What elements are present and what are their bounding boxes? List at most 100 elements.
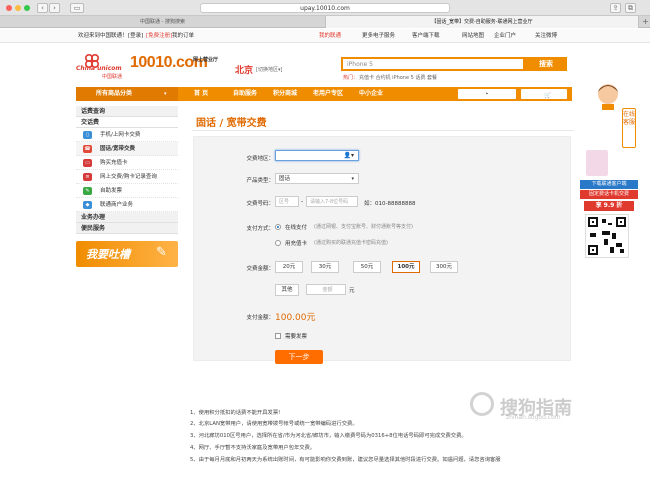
all-categories-button[interactable]: 所有商品分类 ▾ xyxy=(76,87,178,101)
tab-unicom[interactable]: 【固话_宽带】交费-自助服务-联通网上营业厅 xyxy=(325,16,639,28)
tab-sogou[interactable]: 中国联通 - 搜狗搜索 xyxy=(0,16,325,28)
tabs-overview-icon[interactable]: ⧉ xyxy=(625,3,636,13)
amount-option-20[interactable]: 20元 xyxy=(275,261,303,273)
other-amount-input[interactable]: 金额 xyxy=(306,284,346,295)
method-online-label[interactable]: 在线支付 xyxy=(285,223,307,231)
chevron-down-icon: ▾ xyxy=(164,91,167,97)
method-online-radio[interactable] xyxy=(275,224,281,230)
service-avatar[interactable] xyxy=(586,80,630,110)
next-step-button[interactable]: 下一步 xyxy=(275,350,323,364)
other-amount-unit: 元 xyxy=(349,288,355,294)
merchant-icon: ◆ xyxy=(83,201,92,209)
download-sub: 固定费话卡机交费 xyxy=(580,190,638,199)
pencil-icon: ✎ xyxy=(156,245,167,260)
my-unicom-link[interactable]: 我的联通 xyxy=(319,29,341,43)
method-card-radio[interactable] xyxy=(275,240,281,246)
sidebar-item-label: 购买充值卡 xyxy=(100,160,128,166)
cart-button[interactable]: 🛒 去结算 xyxy=(521,89,567,99)
download-title[interactable]: 下载联通客户端 xyxy=(580,180,638,189)
register-link[interactable]: [免费注册] xyxy=(146,29,172,43)
product-select[interactable]: 固话 ▾ xyxy=(275,173,359,184)
sidebar-item-invoice[interactable]: ✎ 自助发票 xyxy=(76,184,178,198)
chevron-down-icon: ▾ xyxy=(351,176,354,182)
hot-label: 热门： xyxy=(343,75,359,81)
url-text: upay.10010.com xyxy=(300,5,350,12)
amount-option-100[interactable]: 100元 xyxy=(392,261,420,273)
share-icon[interactable]: ⇪ xyxy=(610,3,621,13)
dash-separator: - xyxy=(301,198,304,205)
cart-label: 去结算 xyxy=(544,92,563,99)
sidebar-section-bill-query[interactable]: 话费查询 xyxy=(76,106,178,117)
feedback-banner[interactable]: 我要吐槽 ✎ xyxy=(76,241,178,267)
sidebar-item-buy-card[interactable]: ▭ 购买充值卡 xyxy=(76,156,178,170)
nav-item-old-users[interactable]: 老用户专区 xyxy=(313,87,343,101)
nav-item-self-service[interactable]: 自助服务 xyxy=(233,87,257,101)
nav-item-home[interactable]: 首 页 xyxy=(194,87,208,101)
sidebar: 话费查询 交话费 ▯ 手机/上网卡交费 ☎ 固话/宽带交费 ▭ 购买充值卡 ≡ … xyxy=(76,106,178,267)
product-label: 产品类型： xyxy=(246,178,274,184)
nav-item-sme[interactable]: 中小企业 xyxy=(359,87,383,101)
minimize-window-dot[interactable] xyxy=(15,5,21,11)
invoice-label[interactable]: 需要发票 xyxy=(285,332,307,340)
address-bar[interactable]: upay.10010.com xyxy=(200,3,450,13)
online-service-button[interactable]: 在线客服 xyxy=(622,108,636,148)
amount-option-other[interactable]: 其他 xyxy=(275,284,299,296)
invoice-checkbox[interactable] xyxy=(275,333,281,339)
product-value: 固话 xyxy=(279,176,291,182)
sidebar-item-merchant[interactable]: ◆ 联通商户业务 xyxy=(76,198,178,212)
sidebar-section-business[interactable]: 业务办理 xyxy=(76,212,178,223)
method-card-label[interactable]: 用充值卡 xyxy=(285,239,307,247)
sitemap-link[interactable]: 网站地图 xyxy=(462,29,484,43)
sidebar-item-landline-pay[interactable]: ☎ 固话/宽带交费 xyxy=(76,142,178,156)
sogou-watermark: 搜狗指南 zhinan.sogou.com xyxy=(470,392,630,422)
sidebar-section-convenience[interactable]: 便民服务 xyxy=(76,223,178,234)
sidebar-item-label: 联通商户业务 xyxy=(100,202,134,208)
sidebar-item-records[interactable]: ≡ 网上交费/购卡记录查询 xyxy=(76,170,178,184)
unpaid-orders-button[interactable]: 未付款订单 ▾ xyxy=(458,89,516,99)
more-services-link[interactable]: 更多电子服务 xyxy=(362,29,395,43)
watermark-logo-icon xyxy=(470,392,494,416)
maximize-window-dot[interactable] xyxy=(24,5,30,11)
sidebar-item-mobile-pay[interactable]: ▯ 手机/上网卡交费 xyxy=(76,128,178,142)
client-download-link[interactable]: 客户端下载 xyxy=(412,29,440,43)
invoice-icon: ✎ xyxy=(83,187,92,195)
search-button[interactable]: 搜索 xyxy=(525,57,567,71)
region-select[interactable]: 👤▾ xyxy=(275,150,359,161)
city-switch-link[interactable]: [切换地区▾] xyxy=(256,66,282,73)
number-example: 如：010-88888888 xyxy=(364,201,416,207)
login-link[interactable]: [登录] xyxy=(128,29,143,43)
site-header: China unicom 中国联通 10010.com 网上营业厅 北京 [切换… xyxy=(0,43,650,85)
payment-form: 交费地区： 👤▾ 产品类型： 固话 ▾ 交费号码： 区号 - 请输入7-8位号码… xyxy=(193,136,571,364)
phone-number-input[interactable]: 请输入7-8位号码 xyxy=(306,196,358,207)
amount-option-300[interactable]: 300元 xyxy=(430,261,458,273)
close-window-dot[interactable] xyxy=(6,5,12,11)
amount-option-50[interactable]: 50元 xyxy=(353,261,381,273)
enterprise-link[interactable]: 企业门户 xyxy=(494,29,516,43)
area-code-input[interactable]: 区号 xyxy=(275,196,299,207)
title-divider xyxy=(192,130,574,131)
search-input[interactable]: iPhone 5 xyxy=(341,57,525,71)
weibo-link[interactable]: 关注微博 xyxy=(535,29,557,43)
amount-option-30[interactable]: 30元 xyxy=(311,261,339,273)
search-placeholder: iPhone 5 xyxy=(347,61,373,68)
my-orders-link[interactable]: 我的订单 xyxy=(172,29,194,43)
back-button[interactable]: ‹ xyxy=(37,3,48,13)
qr-code-icon[interactable] xyxy=(585,214,629,258)
new-tab-icon[interactable]: + xyxy=(642,17,649,26)
forward-button[interactable]: › xyxy=(49,3,60,13)
sidebar-toggle-icon[interactable]: ▭ xyxy=(70,3,84,13)
feedback-banner-text: 我要吐槽 xyxy=(86,248,130,261)
top-info-bar: 欢迎来到中国联通！ [登录] [免费注册] 我的订单 我的联通 更多电子服务 客… xyxy=(0,29,650,43)
note-item: 1、使用积分抵扣的话费不能开具发票! xyxy=(190,410,281,416)
hot-links[interactable]: 充值卡 合约机 iPhone 5 话费 套餐 xyxy=(359,74,437,81)
amount-label: 交费金额： xyxy=(246,266,274,272)
nav-item-points-mall[interactable]: 积分商城 xyxy=(273,87,297,101)
browser-toolbar: ‹ › ▭ upay.10010.com ⇪ ⧉ xyxy=(0,0,650,16)
tab-label: 【固话_宽带】交费-自助服务-联通网上营业厅 xyxy=(431,19,533,25)
note-item: 4、网厅、手厅暂不支持沃家庭及宽带用户包年交费。 xyxy=(190,445,316,451)
phone-number-placeholder: 请输入7-8位号码 xyxy=(310,199,349,205)
all-categories-label: 所有商品分类 xyxy=(96,90,133,97)
pay-amount: 100.00元 xyxy=(275,313,316,323)
sidebar-section-pay[interactable]: 交话费 xyxy=(76,117,178,128)
tab-label: 中国联通 - 搜狗搜索 xyxy=(140,19,185,25)
